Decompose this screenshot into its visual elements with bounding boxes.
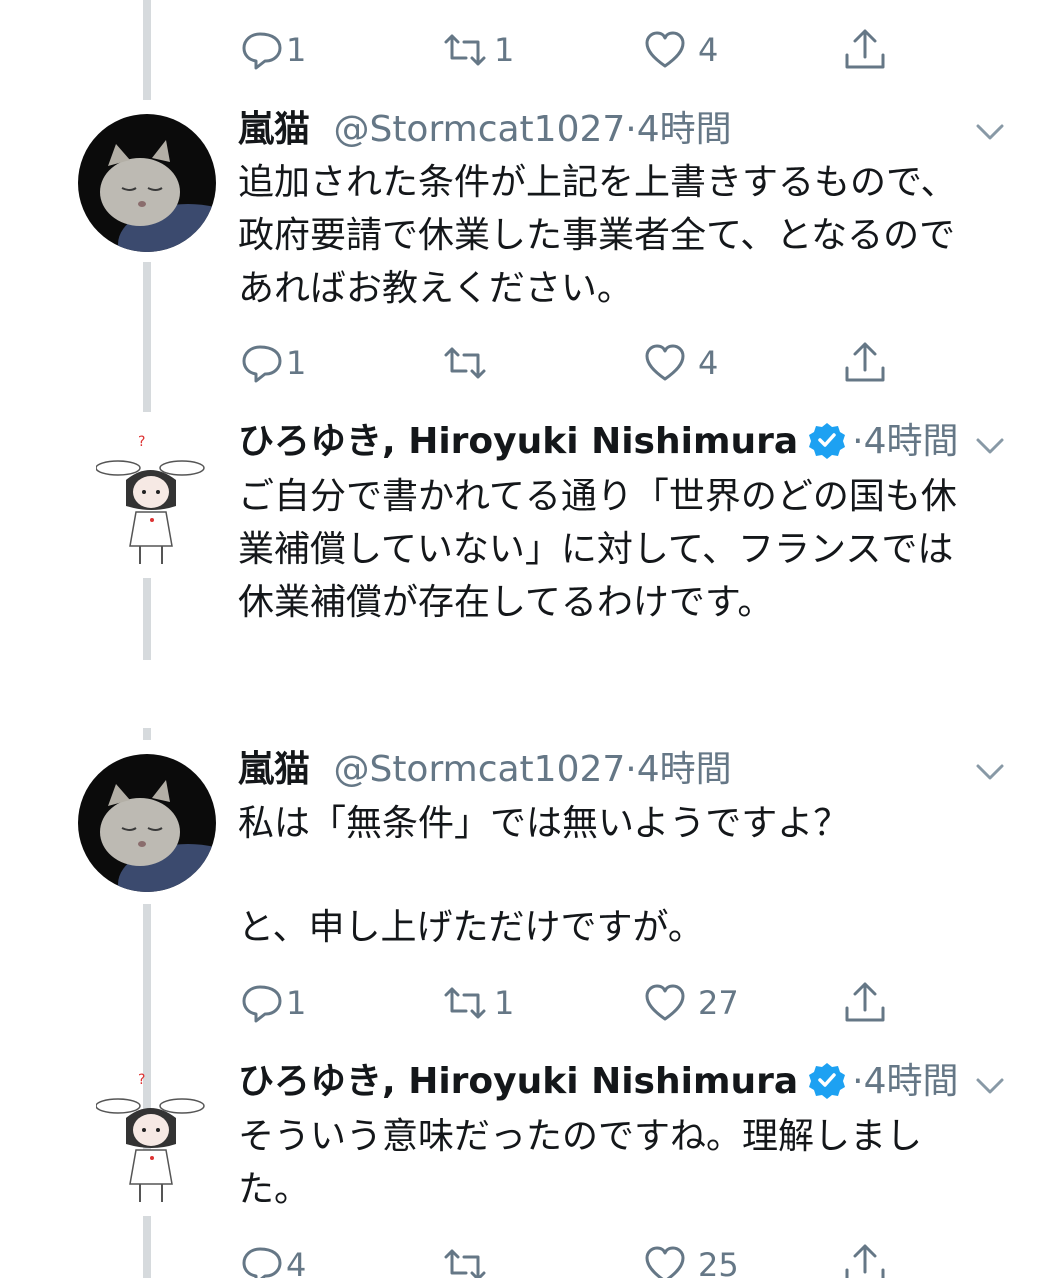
reply-button[interactable]: 4 — [238, 1240, 306, 1278]
chevron-down-icon[interactable] — [972, 430, 1008, 460]
thread-line — [143, 728, 151, 740]
thread-line — [143, 0, 151, 100]
reply-icon — [242, 32, 282, 70]
tweet-actions: 4 25 — [238, 1240, 918, 1278]
display-name[interactable]: 嵐猫 — [238, 109, 310, 150]
retweet-icon — [444, 34, 486, 66]
tweet-header: 嵐猫 @Stormcat1027·4時間 — [238, 108, 732, 152]
bunny-girl-avatar-image: ? — [96, 434, 205, 564]
retweet-button[interactable]: 1 — [438, 978, 514, 1028]
tweet-text: ご自分で書かれてる通り「世界のどの国も休 業補償していない」に対して、フランスで… — [238, 476, 957, 623]
screenshot-panel-1: 1 1 4 嵐猫 @Stormcat1027·4時間 追加された条件が上記を上書… — [0, 0, 1044, 660]
bunny-girl-avatar-image: ? — [96, 1072, 205, 1202]
reply-button[interactable]: 1 — [238, 25, 306, 75]
tweet-header: ひろゆき, Hiroyuki Nishimura ·4時間 — [238, 1060, 959, 1104]
retweet-count: 1 — [494, 984, 515, 1022]
reply-icon — [242, 1247, 282, 1278]
display-name[interactable]: ひろゆき, Hiroyuki Nishimura — [238, 421, 798, 462]
like-count: 4 — [698, 31, 719, 69]
svg-text:?: ? — [138, 434, 145, 450]
chevron-down-icon[interactable] — [972, 1070, 1008, 1100]
retweet-icon — [444, 987, 486, 1019]
reply-count: 1 — [286, 31, 307, 69]
share-button[interactable] — [842, 25, 888, 75]
timestamp[interactable]: 4時間 — [864, 421, 959, 462]
reply-count: 1 — [286, 344, 307, 382]
separator-dot: · — [852, 421, 864, 462]
avatar[interactable] — [78, 754, 216, 892]
share-icon — [845, 982, 885, 1022]
retweet-count: 1 — [494, 31, 515, 69]
verified-badge-icon — [809, 1063, 846, 1099]
retweet-icon — [444, 347, 486, 379]
display-name[interactable]: 嵐猫 — [238, 749, 310, 790]
separator-dot: · — [852, 1061, 864, 1102]
reply-count: 4 — [286, 1246, 307, 1278]
tweet-text: そういう意味だったのですね。理解しまし た。 — [238, 1116, 923, 1210]
verified-badge-icon — [809, 423, 846, 459]
tweet-header: 嵐猫 @Stormcat1027·4時間 — [238, 748, 732, 792]
avatar[interactable] — [78, 114, 216, 252]
tweet-text: 追加された条件が上記を上書きするもので、 政府要請で休業した事業者全て、となるの… — [238, 162, 957, 309]
separator-dot: · — [625, 109, 637, 150]
thread-line — [143, 262, 151, 412]
like-button[interactable]: 27 — [642, 978, 739, 1028]
like-icon — [645, 31, 685, 68]
like-icon — [645, 984, 685, 1021]
like-icon — [645, 1246, 685, 1278]
chevron-down-icon[interactable] — [972, 756, 1008, 786]
tweet-text: 私は「無条件」では無いようですよ？ と、申し上げただけですが。 — [238, 803, 850, 948]
display-name[interactable]: ひろゆき, Hiroyuki Nishimura — [238, 1061, 798, 1102]
reply-count: 1 — [286, 984, 307, 1022]
panel-separator — [0, 660, 1044, 728]
tweet-actions: 1 4 — [238, 338, 918, 388]
timestamp[interactable]: 4時間 — [637, 109, 732, 150]
like-icon — [645, 344, 685, 381]
chevron-down-icon[interactable] — [972, 116, 1008, 146]
reply-icon — [242, 345, 282, 383]
avatar[interactable]: ? — [96, 1062, 206, 1212]
avatar[interactable]: ? — [96, 424, 206, 574]
retweet-icon — [444, 1249, 486, 1278]
like-count: 4 — [698, 344, 719, 382]
tweet-actions: 1 1 27 — [238, 978, 918, 1028]
like-button[interactable]: 4 — [642, 338, 718, 388]
thread-line — [143, 1216, 151, 1278]
share-icon — [845, 342, 885, 382]
share-button[interactable] — [842, 1240, 888, 1278]
reply-icon — [242, 985, 282, 1023]
tweet-header: ひろゆき, Hiroyuki Nishimura ·4時間 — [238, 420, 959, 464]
svg-text:?: ? — [138, 1072, 145, 1088]
separator-dot: · — [625, 749, 637, 790]
user-handle[interactable]: @Stormcat1027 — [333, 749, 625, 790]
share-button[interactable] — [842, 978, 888, 1028]
like-button[interactable]: 4 — [642, 25, 718, 75]
timestamp[interactable]: 4時間 — [637, 749, 732, 790]
like-count: 27 — [698, 984, 739, 1022]
reply-button[interactable]: 1 — [238, 338, 306, 388]
share-button[interactable] — [842, 338, 888, 388]
share-icon — [845, 29, 885, 69]
cat-avatar-image — [78, 754, 216, 892]
like-button[interactable]: 25 — [642, 1240, 739, 1278]
user-handle[interactable]: @Stormcat1027 — [333, 109, 625, 150]
retweet-button[interactable] — [438, 338, 492, 388]
retweet-button[interactable]: 1 — [438, 25, 514, 75]
cat-avatar-image — [78, 114, 216, 252]
tweet-actions: 1 1 4 — [238, 25, 918, 75]
timestamp[interactable]: 4時間 — [864, 1061, 959, 1102]
like-count: 25 — [698, 1246, 739, 1278]
share-icon — [845, 1244, 885, 1278]
reply-button[interactable]: 1 — [238, 978, 306, 1028]
screenshot-panel-2: 嵐猫 @Stormcat1027·4時間 私は「無条件」では無いようですよ？ と… — [0, 728, 1044, 1278]
thread-line — [143, 578, 151, 660]
retweet-button[interactable] — [438, 1240, 492, 1278]
